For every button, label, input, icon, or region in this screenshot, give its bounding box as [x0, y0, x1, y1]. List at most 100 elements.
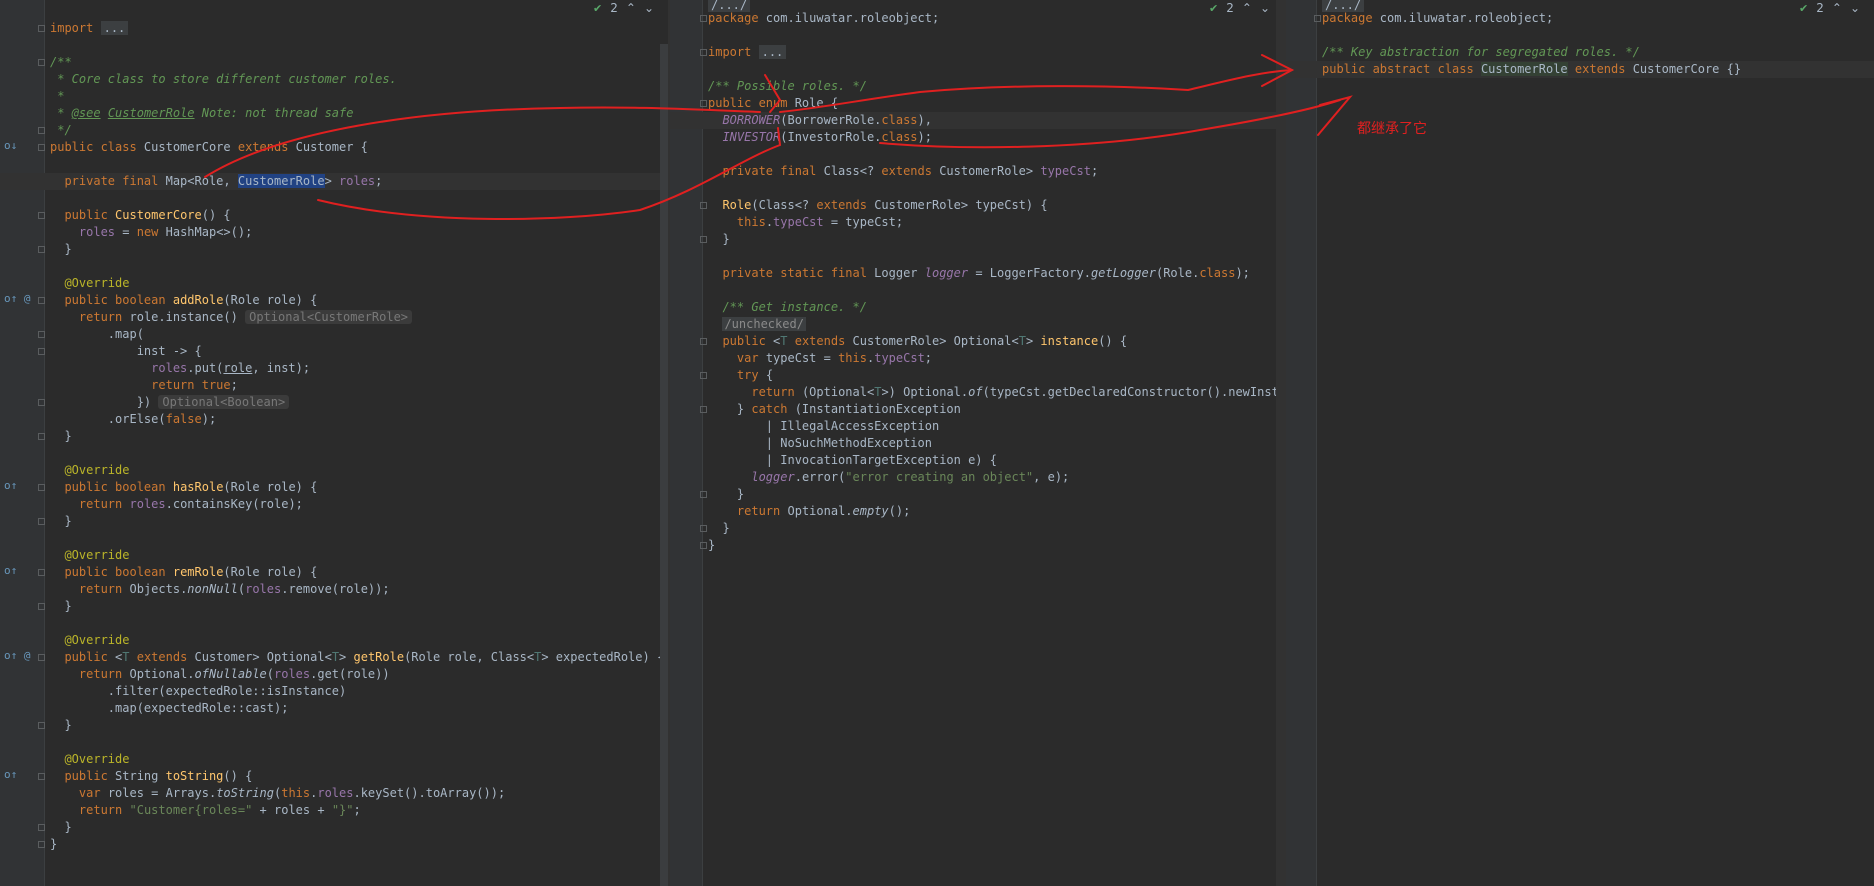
- code-line-text: }: [50, 837, 58, 851]
- code-line[interactable]: }: [670, 486, 1284, 503]
- code-line[interactable]: /unchecked/: [670, 316, 1284, 333]
- code-line[interactable]: }: [0, 819, 668, 836]
- code-line[interactable]: .map(: [0, 326, 668, 343]
- code-line[interactable]: private final Class<? extends CustomerRo…: [670, 163, 1284, 180]
- code-line[interactable]: .map(expectedRole::cast);: [0, 700, 668, 717]
- chevron-up-icon[interactable]: ⌃: [1242, 1, 1252, 15]
- code-line-text: .filter(expectedRole::isInstance): [50, 684, 347, 698]
- code-line[interactable]: var typeCst = this.typeCst;: [670, 350, 1284, 367]
- code-line[interactable]: roles = new HashMap<>();: [0, 224, 668, 241]
- code-line[interactable]: logger.error("error creating an object",…: [670, 469, 1284, 486]
- code-line[interactable]: .filter(expectedRole::isInstance): [0, 683, 668, 700]
- code-line-text: public <T extends Customer> Optional<T> …: [64, 650, 665, 664]
- code-line[interactable]: }: [670, 231, 1284, 248]
- code-line[interactable]: *: [0, 88, 668, 105]
- code-line-text: }: [50, 514, 72, 528]
- code-line[interactable]: package com.iluwatar.roleobject;: [670, 10, 1284, 27]
- code-line[interactable]: public abstract class CustomerRole exten…: [1286, 61, 1874, 78]
- code-line[interactable]: @Override: [0, 275, 668, 292]
- code-line[interactable]: public boolean addRole(Role role) {: [0, 292, 668, 309]
- code-line[interactable]: return Objects.nonNull(roles.remove(role…: [0, 581, 668, 598]
- code-line[interactable]: private final Map<Role, CustomerRole> ro…: [0, 173, 668, 190]
- code-line[interactable]: } catch (InstantiationException: [670, 401, 1284, 418]
- code-line[interactable]: }: [0, 717, 668, 734]
- code-line[interactable]: | IllegalAccessException: [670, 418, 1284, 435]
- line-gutter[interactable]: [1286, 0, 1321, 886]
- chevron-down-icon[interactable]: ⌄: [1260, 1, 1270, 15]
- code-line[interactable]: public boolean remRole(Role role) {: [0, 564, 668, 581]
- code-line[interactable]: private static final Logger logger = Log…: [670, 265, 1284, 282]
- chevron-up-icon[interactable]: ⌃: [626, 1, 636, 15]
- code-line[interactable]: INVESTOR(InvestorRole.class);: [670, 129, 1284, 146]
- chevron-down-icon[interactable]: ⌄: [1850, 1, 1860, 15]
- code-line[interactable]: return Optional.ofNullable(roles.get(rol…: [0, 666, 668, 683]
- code-line-text: /** Key abstraction for segregated roles…: [1322, 45, 1640, 59]
- code-line[interactable]: import ...: [670, 44, 1284, 61]
- code-line-text: | IllegalAccessException: [708, 419, 940, 433]
- code-line-text: return "Customer{roles=" + roles + "}";: [78, 803, 361, 817]
- code-line[interactable]: @Override: [0, 547, 668, 564]
- code-line[interactable]: /**: [0, 54, 668, 71]
- code-line[interactable]: var roles = Arrays.toString(this.roles.k…: [0, 785, 668, 802]
- code-line[interactable]: return roles.containsKey(role);: [0, 496, 668, 513]
- code-line[interactable]: return (Optional<T>) Optional.of(typeCst…: [670, 384, 1284, 401]
- code-line[interactable]: }) Optional<Boolean>: [0, 394, 668, 411]
- code-line[interactable]: public String toString() {: [0, 768, 668, 785]
- code-line-text: try {: [736, 368, 774, 382]
- code-line-text: public boolean hasRole(Role role) {: [64, 480, 318, 494]
- code-line[interactable]: /** Key abstraction for segregated roles…: [1286, 44, 1874, 61]
- editor-pane-customercore[interactable]: o↓ o↑ @ o↑ o↑ o↑ @ o↑ ✔ 2 ⌃ ⌄ import .../** *…: [0, 0, 668, 886]
- code-line[interactable]: inst -> {: [0, 343, 668, 360]
- code-line[interactable]: }: [670, 537, 1284, 554]
- check-icon: ✔: [1209, 1, 1219, 15]
- code-line[interactable]: /** Get instance. */: [670, 299, 1284, 316]
- code-line[interactable]: this.typeCst = typeCst;: [670, 214, 1284, 231]
- code-line[interactable]: return true;: [0, 377, 668, 394]
- code-line[interactable]: }: [0, 513, 668, 530]
- code-line[interactable]: | InvocationTargetException e) {: [670, 452, 1284, 469]
- code-line[interactable]: }: [0, 836, 668, 853]
- code-line[interactable]: @Override: [0, 632, 668, 649]
- code-line[interactable]: .orElse(false);: [0, 411, 668, 428]
- code-line[interactable]: public class CustomerCore extends Custom…: [0, 139, 668, 156]
- code-line[interactable]: /** Possible roles. */: [670, 78, 1284, 95]
- vertical-scrollbar[interactable]: [660, 44, 668, 886]
- chevron-up-icon[interactable]: ⌃: [1832, 1, 1842, 15]
- code-line[interactable]: * @see CustomerRole Note: not thread saf…: [0, 105, 668, 122]
- code-line[interactable]: }: [0, 598, 668, 615]
- code-line-text: /**: [50, 55, 72, 69]
- code-line[interactable]: try {: [670, 367, 1284, 384]
- code-line[interactable]: return Optional.empty();: [670, 503, 1284, 520]
- code-line[interactable]: public enum Role {: [670, 95, 1284, 112]
- chevron-down-icon[interactable]: ⌄: [644, 1, 654, 15]
- code-line[interactable]: public boolean hasRole(Role role) {: [0, 479, 668, 496]
- code-line[interactable]: return role.instance() Optional<Customer…: [0, 309, 668, 326]
- code-line[interactable]: roles.put(role, inst);: [0, 360, 668, 377]
- code-line[interactable]: BORROWER(BorrowerRole.class),: [670, 112, 1284, 129]
- code-line[interactable]: Role(Class<? extends CustomerRole> typeC…: [670, 197, 1284, 214]
- code-line[interactable]: }: [0, 428, 668, 445]
- code-line[interactable]: | NoSuchMethodException: [670, 435, 1284, 452]
- code-line[interactable]: * Core class to store different customer…: [0, 71, 668, 88]
- code-line[interactable]: */: [0, 122, 668, 139]
- code-line[interactable]: @Override: [0, 751, 668, 768]
- inspection-widget[interactable]: ✔ 2 ⌃ ⌄: [1209, 1, 1270, 15]
- code-line[interactable]: import ...: [0, 20, 668, 37]
- inspection-widget[interactable]: ✔ 2 ⌃ ⌄: [593, 1, 654, 15]
- code-line-text: /** Possible roles. */: [708, 79, 867, 93]
- code-line[interactable]: public <T extends CustomerRole> Optional…: [670, 333, 1284, 350]
- code-line-text: return roles.containsKey(role);: [78, 497, 303, 511]
- code-line-text: public class CustomerCore extends Custom…: [50, 140, 368, 154]
- code-line[interactable]: return "Customer{roles=" + roles + "}";: [0, 802, 668, 819]
- editor-pane-role[interactable]: ✔ 2 ⌃ ⌄ /.../package com.iluwatar.roleob…: [670, 0, 1284, 886]
- code-line[interactable]: }: [670, 520, 1284, 537]
- code-line[interactable]: }: [0, 241, 668, 258]
- code-line[interactable]: package com.iluwatar.roleobject;: [1286, 10, 1874, 27]
- code-line[interactable]: public CustomerCore() {: [0, 207, 668, 224]
- code-line-text: */: [50, 123, 72, 137]
- vertical-scrollbar[interactable]: [1276, 0, 1284, 886]
- inspection-widget[interactable]: ✔ 2 ⌃ ⌄: [1799, 1, 1860, 15]
- code-line-text: inst -> {: [50, 344, 202, 358]
- code-line[interactable]: @Override: [0, 462, 668, 479]
- code-line[interactable]: public <T extends Customer> Optional<T> …: [0, 649, 668, 666]
